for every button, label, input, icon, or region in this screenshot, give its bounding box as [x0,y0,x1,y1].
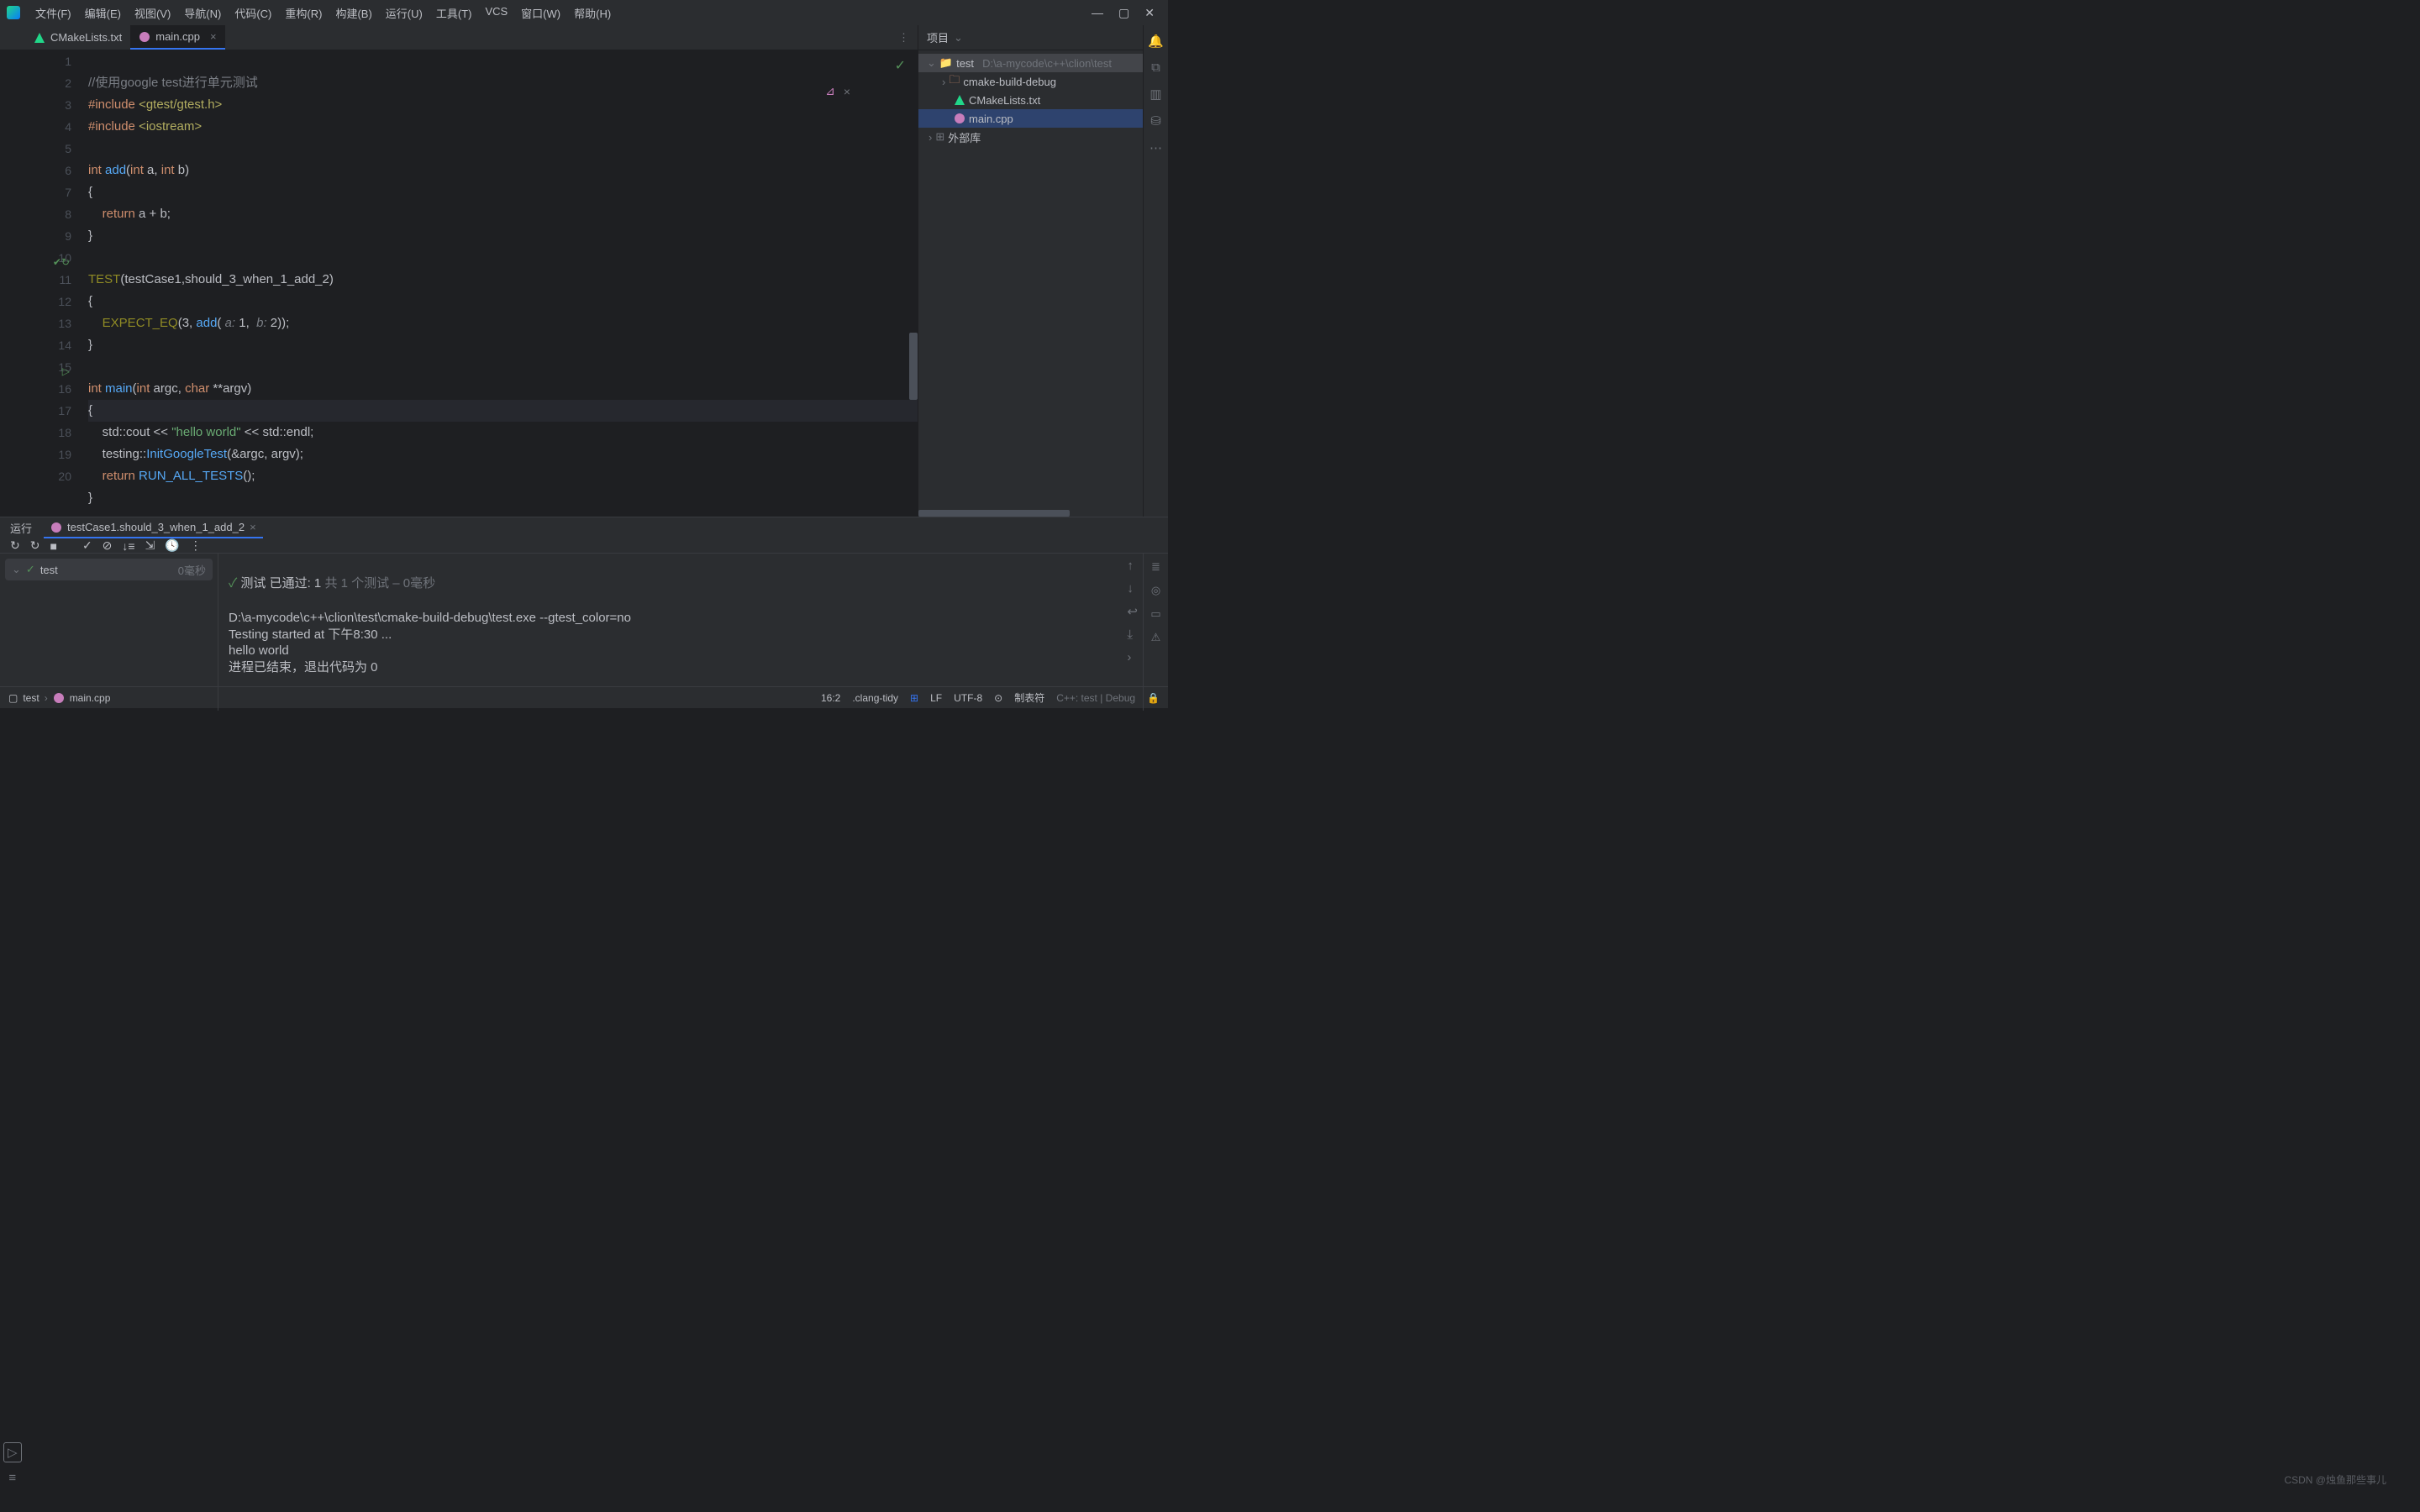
more-icon[interactable]: ⋮ [190,538,202,553]
title-bar: 文件(F) 编辑(E) 视图(V) 导航(N) 代码(C) 重构(R) 构建(B… [0,0,1168,25]
more-icon[interactable]: ⋯ [1150,140,1162,155]
notifications-icon[interactable]: 🔔 [1148,34,1164,49]
target-icon[interactable]: ◎ [1151,584,1160,597]
cmake-icon [954,94,965,106]
stop-icon[interactable]: ■ [50,539,56,553]
down-icon[interactable]: ↓ [1127,581,1138,596]
chevron-right-icon: › [929,131,932,144]
rerun-icon[interactable]: ↻ [10,538,20,553]
list-icon[interactable]: ≣ [1151,560,1160,574]
code-editor[interactable]: 1 2 3 4 5 6 7 8 9 10✔↻ 11 12 13 14 15▷ 1… [0,50,918,517]
menu-file[interactable]: 文件(F) [30,2,76,24]
inspection-ok-icon[interactable]: ✓ [895,57,906,74]
console-rail: ↑ ↓ ↩ ⤓ › [1127,559,1138,664]
close-button[interactable]: ✕ [1144,6,1155,20]
tree-file-main[interactable]: main.cpp [918,109,1143,128]
menu-edit[interactable]: 编辑(E) [80,2,126,24]
vertical-scrollbar[interactable] [909,333,918,400]
app-icon [7,6,20,19]
tab-label: CMakeLists.txt [50,31,122,44]
editor-tabs: CMakeLists.txt main.cpp × ⋮ [0,25,918,50]
menu-build[interactable]: 构建(B) [330,2,376,24]
scroll-end-icon[interactable]: ⤓ [1127,627,1138,642]
tree-folder[interactable]: › 🗀 cmake-build-debug [918,72,1143,91]
structure-icon[interactable]: ▥ [1150,87,1161,102]
show-ignored-icon[interactable]: ⊘ [103,538,113,553]
tree-root[interactable]: ⌄ 📁 test D:\a-mycode\c++\clion\test [918,54,1143,72]
gutter: 1 2 3 4 5 6 7 8 9 10✔↻ 11 12 13 14 15▷ 1… [0,50,88,517]
minimize-button[interactable]: — [1092,6,1103,20]
cpp-icon [954,113,965,124]
test-console[interactable]: ✓ 测试 已通过: 1 共 1 个测试 – 0毫秒 D:\a-mycode\c+… [218,554,1143,711]
cmake-icon [34,32,45,44]
sort-icon[interactable]: ↓≡ [122,539,134,553]
tabs-more-icon[interactable]: ⋮ [890,25,918,50]
main-menu: 文件(F) 编辑(E) 视图(V) 导航(N) 代码(C) 重构(R) 构建(B… [30,2,616,24]
cmake-tool-icon[interactable]: ⧉ [1151,60,1160,75]
editor-area: 1 2 3 4 5 6 7 8 9 10✔↻ 11 12 13 14 15▷ 1… [0,50,918,517]
project-tree: ⌄ 📁 test D:\a-mycode\c++\clion\test › 🗀 … [918,50,1143,150]
close-tab-icon[interactable]: × [210,30,217,43]
up-icon[interactable]: ↑ [1127,559,1138,573]
history-icon[interactable]: 🕓 [165,538,179,553]
bookmark-icon[interactable]: ▭ [1150,607,1160,621]
chevron-down-icon: ⌄ [12,563,21,576]
watermark: CSDN @烛鱼那些事儿 [2284,1473,2386,1487]
cpp-icon [139,31,150,43]
run-toolbar: ↻ ↻ ■ ✓ ⊘ ↓≡ ⇲ 🕓 ⋮ [0,538,1168,554]
cpp-icon [50,522,62,533]
code-content[interactable]: //使用google test进行单元测试 #include <gtest/gt… [88,50,918,517]
maximize-button[interactable]: ▢ [1118,6,1129,20]
library-icon: ⊞ [935,130,944,144]
chevron-down-icon: ⌄ [927,56,936,70]
horizontal-scrollbar[interactable] [918,510,1070,517]
menu-help[interactable]: 帮助(H) [569,2,616,24]
tab-main-cpp[interactable]: main.cpp × [130,25,224,50]
folder-icon: 🗀 [949,72,960,91]
chevron-right-icon: › [942,76,945,88]
import-icon[interactable]: ⇲ [145,538,155,553]
menu-view[interactable]: 视图(V) [129,2,176,24]
rerun-failed-icon[interactable]: ↻ [30,538,40,553]
test-results-tree: ⌄ ✓ test 0毫秒 [0,554,218,711]
tree-file-cmake[interactable]: CMakeLists.txt [918,91,1143,109]
window-controls: — ▢ ✕ [1092,6,1161,20]
database-icon[interactable]: ⛁ [1150,113,1161,129]
folder-icon: 📁 [939,56,953,70]
warnings-icon[interactable]: ⚠ [1151,631,1161,644]
project-tool-window: 项目 ⌄ ⌄ 📁 test D:\a-mycode\c++\clion\test… [918,25,1143,517]
close-icon[interactable]: × [250,521,256,533]
tab-label: main.cpp [155,30,200,43]
run-tabs: 运行 testCase1.should_3_when_1_add_2 × [0,517,1168,538]
run-config-tab[interactable]: testCase1.should_3_when_1_add_2 × [44,517,263,538]
bottom-right-rail: ≣ ◎ ▭ ⚠ [1143,554,1168,711]
play-icon[interactable]: ▷ [3,1442,22,1462]
test-pass-icon: ✓ [26,563,35,576]
next-icon[interactable]: › [1127,650,1138,664]
run-tool-window: 运行 testCase1.should_3_when_1_add_2 × ↻ ↻… [0,517,1168,686]
right-tool-rail: 🔔 ⧉ ▥ ⛁ ⋯ [1143,25,1168,517]
menu-tools[interactable]: 工具(T) [431,2,477,24]
menu-run[interactable]: 运行(U) [381,2,428,24]
menu-window[interactable]: 窗口(W) [516,2,566,24]
left-tool-rail: ▷ ≡ [3,1442,22,1485]
menu-navigate[interactable]: 导航(N) [179,2,226,24]
tab-cmakelists[interactable]: CMakeLists.txt [25,25,130,50]
test-root-row[interactable]: ⌄ ✓ test 0毫秒 [5,559,213,580]
menu-icon[interactable]: ≡ [8,1471,16,1485]
code-analysis-widget[interactable]: ⊿× [825,84,850,98]
menu-vcs[interactable]: VCS [480,2,513,24]
menu-code[interactable]: 代码(C) [229,2,276,24]
run-tab-label[interactable]: 运行 [10,520,32,536]
wrap-icon[interactable]: ↩ [1127,604,1138,619]
project-header[interactable]: 项目 ⌄ [918,25,1143,50]
chevron-down-icon[interactable]: ⌄ [954,31,963,45]
menu-refactor[interactable]: 重构(R) [280,2,327,24]
tree-external-libs[interactable]: › ⊞ 外部库 [918,128,1143,146]
show-passed-icon[interactable]: ✓ [82,538,92,553]
